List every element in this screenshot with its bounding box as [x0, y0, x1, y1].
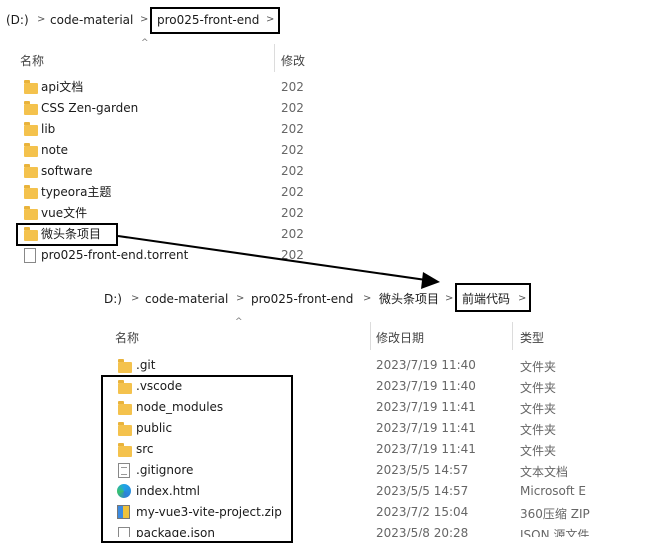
file-type: 文件夹: [520, 402, 557, 416]
modified-date: 2023/7/19 11:41: [376, 442, 476, 456]
file-type: 文件夹: [520, 444, 557, 458]
chevron-right-icon: >: [236, 293, 245, 304]
file-type: Microsoft E: [520, 484, 587, 498]
file-type: 文本文档: [520, 465, 569, 479]
sort-ascending-icon: ^: [235, 317, 243, 327]
chevron-right-icon: >: [445, 293, 454, 304]
column-divider[interactable]: [370, 322, 371, 350]
folder-icon: [118, 359, 132, 373]
breadcrumb-code-material[interactable]: code-material: [145, 288, 228, 310]
modified-date: 2023/5/5 14:57: [376, 484, 469, 498]
column-header-modified[interactable]: 修改日期: [376, 329, 424, 346]
modified-date: 2023/7/19 11:41: [376, 421, 476, 435]
file-type: 文件夹: [520, 360, 557, 374]
chevron-right-icon: >: [131, 293, 140, 304]
modified-date: 2023/7/2 15:04: [376, 505, 469, 519]
modified-date: 2023/5/5 14:57: [376, 463, 469, 477]
chevron-right-icon: >: [363, 293, 372, 304]
modified-date: 2023/7/19 11:40: [376, 358, 476, 372]
list-item[interactable]: .git: [136, 355, 155, 375]
modified-date: 2023/7/19 11:40: [376, 379, 476, 393]
breadcrumb-drive[interactable]: D:): [104, 288, 122, 310]
annotation-box: [455, 283, 531, 312]
column-divider[interactable]: [512, 322, 513, 350]
modified-date: 2023/7/19 11:41: [376, 400, 476, 414]
cutoff-mask: [0, 537, 659, 559]
file-type: 360压缩 ZIP: [520, 507, 590, 521]
breadcrumb-weitoutiao[interactable]: 微头条项目: [379, 288, 439, 310]
file-type: 文件夹: [520, 423, 557, 437]
annotation-box: [101, 375, 293, 543]
column-header-type[interactable]: 类型: [520, 329, 544, 346]
breadcrumb-pro025[interactable]: pro025-front-end: [251, 288, 353, 310]
file-type: 文件夹: [520, 381, 557, 395]
column-header-name[interactable]: 名称: [115, 329, 139, 346]
